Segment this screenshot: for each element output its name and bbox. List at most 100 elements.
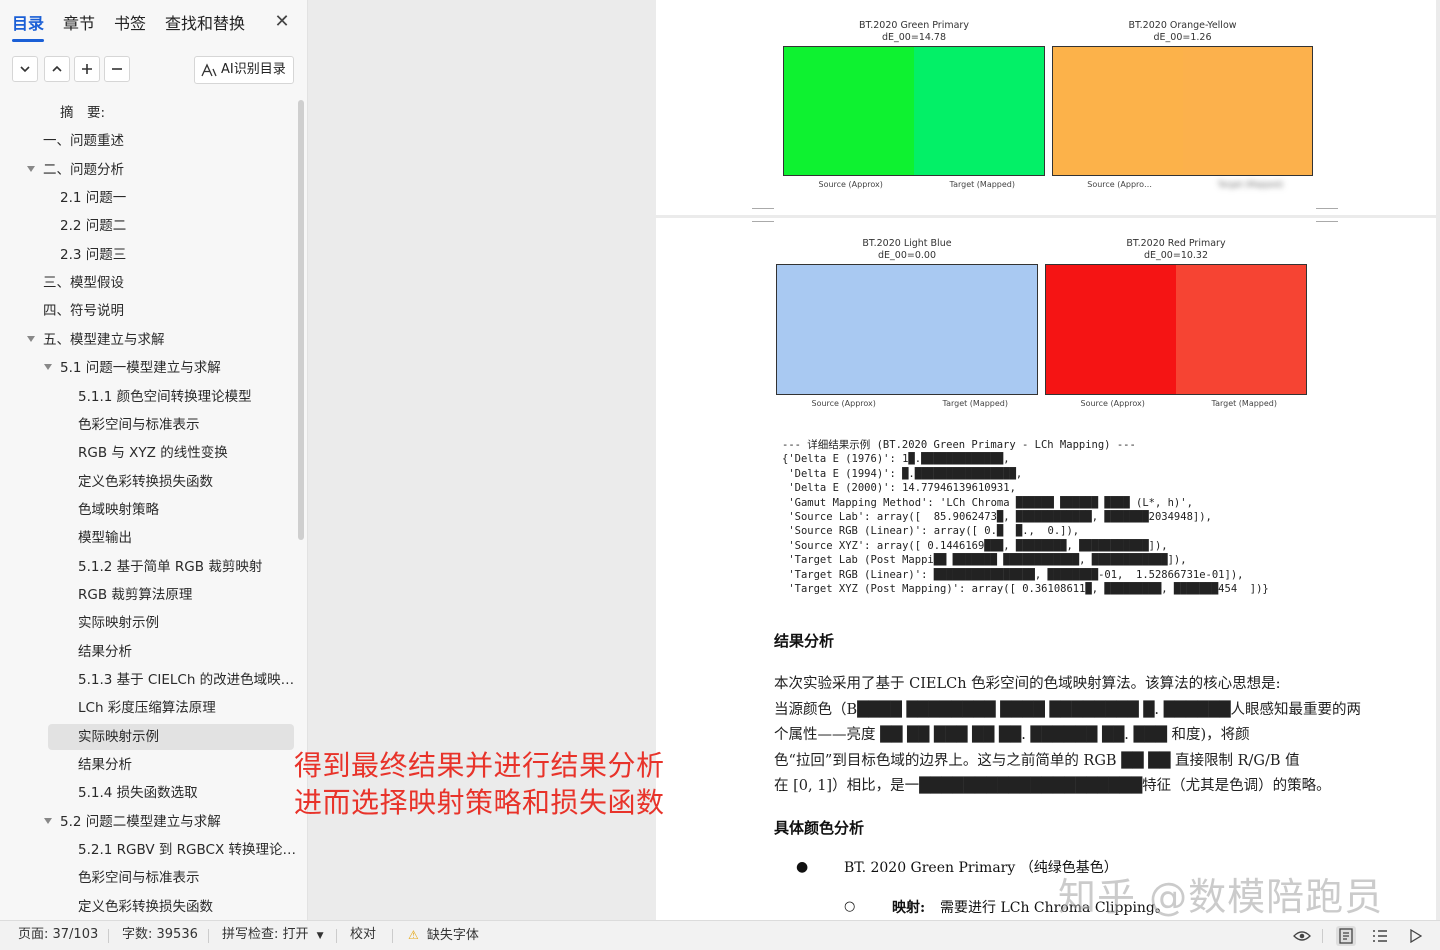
toc-item[interactable]: 一、问题重述 <box>0 128 296 154</box>
toc-item[interactable]: 定义色彩转换损失函数 <box>0 894 296 920</box>
code-output-block: --- 详细结果示例 (BT.2020 Green Primary - LCh … <box>782 438 1269 596</box>
swatch-source-label: Source (Approx) <box>1080 399 1145 408</box>
toc-item[interactable]: 实际映射示例 <box>48 723 294 750</box>
toc-item[interactable]: 5.1.2 基于简单 RGB 裁剪映射 <box>0 554 296 580</box>
toc-item-label: 五、模型建立与求解 <box>43 331 165 348</box>
toc-item[interactable]: 三、模型假设 <box>0 270 296 296</box>
toc-item-label: 定义色彩转换损失函数 <box>78 473 213 490</box>
toc-item-label: 2.1 问题一 <box>60 190 127 207</box>
spell-check-label: 拼写检查: 打开 <box>222 927 309 942</box>
warning-icon: ⚠ <box>408 928 419 942</box>
heading-result-analysis: 结果分析 <box>774 632 835 650</box>
tab-find-replace[interactable]: 查找和替换 <box>165 12 245 38</box>
missing-font-label: 缺失字体 <box>426 928 479 943</box>
toc-item[interactable]: 色彩空间与标准表示 <box>0 412 296 438</box>
play-icon[interactable] <box>1406 926 1426 946</box>
toc-scrollbar[interactable] <box>298 100 304 540</box>
status-proofread[interactable]: 校对 <box>350 921 376 949</box>
page-corner-mark <box>752 212 774 222</box>
toc-item[interactable]: RGB 与 XYZ 的线性变换 <box>0 440 296 466</box>
toc-item-label: 5.2.1 RGBV 到 RGBCX 转换理论… <box>78 842 296 859</box>
toc-item[interactable]: 二、问题分析 <box>0 157 296 183</box>
annotation-line-1: 得到最终结果并进行结果分析 <box>294 749 665 782</box>
toc-item[interactable]: 四、符号说明 <box>0 298 296 324</box>
status-missing-font[interactable]: ⚠ 缺失字体 <box>408 921 479 950</box>
eye-protection-icon[interactable] <box>1292 926 1312 946</box>
swatch-source-color <box>777 265 907 394</box>
status-spell-check[interactable]: 拼写检查: 打开 ▼ <box>222 921 324 950</box>
toc-item-label: RGB 与 XYZ 的线性变换 <box>78 445 228 462</box>
swatch-title-text: BT.2020 Light Blue <box>862 238 952 249</box>
analysis-paragraph: 本次实验采用了基于 CIELCh 色彩空间的色域映射算法。该算法的核心思想是: 当… <box>774 672 1361 800</box>
swatch-title-text: BT.2020 Red Primary <box>1126 238 1226 249</box>
code-line: 'Delta E (1994)': █.████████████████, <box>782 467 1023 480</box>
toc-item[interactable]: LCh 彩度压缩算法原理 <box>0 695 296 721</box>
toc-item-label: 实际映射示例 <box>78 615 159 632</box>
page-view-icon[interactable] <box>1336 926 1356 946</box>
chevron-down-icon: ▼ <box>316 931 324 941</box>
sub-bullet-label: 映射: <box>892 900 926 916</box>
toc-item[interactable]: 5.1.1 颜色空间转换理论模型 <box>0 384 296 410</box>
toc-item-label: RGB 裁剪算法原理 <box>78 586 193 603</box>
outline-view-icon[interactable] <box>1370 926 1390 946</box>
add-heading-plus-icon[interactable] <box>74 56 100 82</box>
status-bar: 页面: 37/103 字数: 39536 拼写检查: 打开 ▼ 校对 ⚠ 缺失字… <box>0 920 1440 950</box>
toc-item-label: 三、模型假设 <box>43 275 124 292</box>
toc-item[interactable]: 2.2 问题二 <box>0 213 296 239</box>
swatch-delta-e: dE_00=10.32 <box>1143 250 1209 261</box>
toc-item[interactable]: 色域映射策略 <box>0 497 296 523</box>
toc-item[interactable]: RGB 裁剪算法原理 <box>0 582 296 608</box>
toc-item[interactable]: 5.1.4 损失函数选取 <box>0 780 296 806</box>
swatch-target-color <box>1182 47 1312 175</box>
toc-item[interactable]: 2.1 问题一 <box>0 185 296 211</box>
swatch-source-color <box>1046 265 1176 394</box>
toc-item[interactable]: 五、模型建立与求解 <box>0 327 296 353</box>
toc-item[interactable]: 色彩空间与标准表示 <box>0 865 296 891</box>
toc-item[interactable]: 定义色彩转换损失函数 <box>0 469 296 495</box>
color-swatch <box>1045 264 1307 395</box>
remove-heading-minus-icon[interactable] <box>104 56 130 82</box>
toc-item-label: 2.3 问题三 <box>60 246 127 263</box>
status-divider <box>208 929 209 943</box>
swatch-target-label: Target (Mapped) <box>1211 399 1278 408</box>
toc-item[interactable]: 摘 要: <box>0 100 296 126</box>
expand-arrow-icon[interactable] <box>44 364 52 371</box>
toc-item[interactable]: 5.1.3 基于 CIELCh 的改进色域映… <box>0 667 296 693</box>
toc-item-label: 定义色彩转换损失函数 <box>78 898 213 915</box>
toc-item[interactable]: 模型输出 <box>0 525 296 551</box>
expand-arrow-icon[interactable] <box>27 165 35 172</box>
tab-toc[interactable]: 目录 <box>12 12 45 42</box>
code-line: 'Delta E (2000)': 14.77946139610931, <box>782 482 1016 495</box>
close-panel-icon[interactable]: ✕ <box>272 12 292 32</box>
tab-chapters[interactable]: 章节 <box>63 12 95 38</box>
chevron-up-icon[interactable] <box>44 56 70 82</box>
code-line: 'Source RGB (Linear)': array([ 0.█ █., 0… <box>782 525 1080 538</box>
color-swatch <box>783 46 1045 176</box>
expand-arrow-icon[interactable] <box>27 335 35 342</box>
status-page[interactable]: 页面: 37/103 <box>18 921 98 949</box>
swatch-source-label: Source (Approx) <box>818 180 883 189</box>
wps-writer-window: 目录 章节 书签 查找和替换 ✕ AI识别目录 摘 要: 一、问题重述 二、问题… <box>0 0 1440 950</box>
code-line: {'Delta E (1976)': 1█.█████████████, <box>782 453 1010 466</box>
toc-item[interactable]: 5.1 问题一模型建立与求解 <box>0 355 296 381</box>
ai-recognize-toc-button[interactable]: AI识别目录 <box>194 56 294 84</box>
toc-item-label: 5.1.2 基于简单 RGB 裁剪映射 <box>78 558 263 575</box>
annotation-line-2: 进而选择映射策略和损失函数 <box>294 786 665 819</box>
toc-item[interactable]: 5.2 问题二模型建立与求解 <box>0 809 296 835</box>
page-corner-mark <box>1316 212 1338 222</box>
toc-item[interactable]: 2.3 问题三 <box>0 242 296 268</box>
toc-item[interactable]: 5.2.1 RGBV 到 RGBCX 转换理论… <box>0 837 296 863</box>
toc-item-label: 摘 要: <box>60 105 106 121</box>
swatch-target-color <box>1176 265 1306 394</box>
tab-bookmarks[interactable]: 书签 <box>114 12 146 38</box>
paragraph-line: 色“拉回”到目标色域的边界上。这与之前简单的 RGB ██ ██ 直接限制 R/… <box>774 752 1300 769</box>
collapse-chevron-down-icon[interactable] <box>12 56 38 82</box>
expand-arrow-icon[interactable] <box>44 817 52 824</box>
toc-item-label: 2.2 问题二 <box>60 218 127 235</box>
toc-item[interactable]: 结果分析 <box>0 752 296 778</box>
toc-item[interactable]: 实际映射示例 <box>0 610 296 636</box>
status-word-count[interactable]: 字数: 39536 <box>122 921 198 949</box>
watermark: 知乎 @数模陪跑员 <box>1058 875 1384 919</box>
code-line: 'Source Lab': array([ 85.9062473█, █████… <box>782 511 1212 524</box>
toc-item[interactable]: 结果分析 <box>0 639 296 665</box>
